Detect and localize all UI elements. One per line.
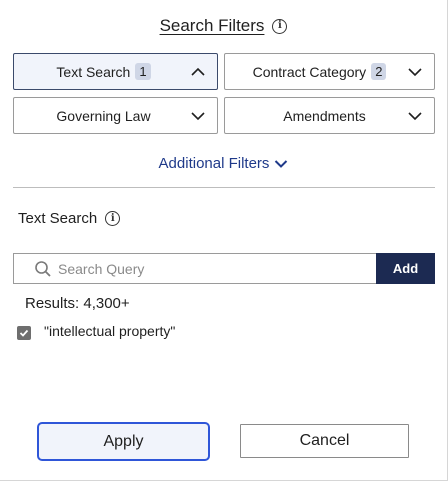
cancel-button[interactable]: Cancel [240, 424, 409, 458]
search-term-label: "intellectual property" [44, 323, 176, 339]
search-filters-panel: Search Filters i Text Search 1 Contract … [0, 0, 448, 481]
info-icon[interactable]: i [272, 18, 288, 34]
count-badge: 2 [371, 63, 387, 80]
text-search-section-title: Text Search i [18, 210, 121, 227]
filter-label: Amendments [283, 107, 366, 124]
filter-amendments[interactable]: Amendments [224, 97, 435, 134]
filter-label: Contract Category [252, 63, 367, 80]
chevron-down-icon [191, 112, 205, 121]
results-count: Results: 4,300+ [25, 295, 130, 312]
count-badge: 1 [135, 63, 151, 80]
add-button[interactable]: Add [376, 253, 435, 284]
additional-filters-toggle[interactable]: Additional Filters [0, 155, 447, 172]
checkmark-icon [19, 329, 29, 337]
checkbox[interactable] [17, 326, 31, 340]
search-field[interactable] [13, 253, 376, 284]
apply-button[interactable]: Apply [37, 422, 210, 461]
additional-filters-label: Additional Filters [158, 155, 270, 172]
filter-governing-law[interactable]: Governing Law [13, 97, 218, 134]
filter-contract-category[interactable]: Contract Category 2 [224, 53, 435, 90]
search-icon [35, 260, 51, 277]
chevron-down-icon [275, 159, 288, 168]
chevron-down-icon [408, 112, 422, 121]
section-title-label: Text Search [18, 210, 98, 227]
panel-title: Search Filters [159, 16, 265, 35]
chevron-down-icon [408, 68, 422, 77]
search-term-item[interactable]: "intellectual property" [17, 322, 175, 340]
filter-label: Governing Law [56, 107, 151, 124]
chevron-up-icon [191, 67, 205, 76]
filter-label: Text Search [56, 63, 131, 80]
filter-text-search[interactable]: Text Search 1 [13, 53, 218, 90]
info-icon[interactable]: i [105, 211, 121, 226]
search-input[interactable] [58, 260, 358, 277]
panel-header: Search Filters i [0, 16, 447, 36]
divider [13, 187, 435, 188]
